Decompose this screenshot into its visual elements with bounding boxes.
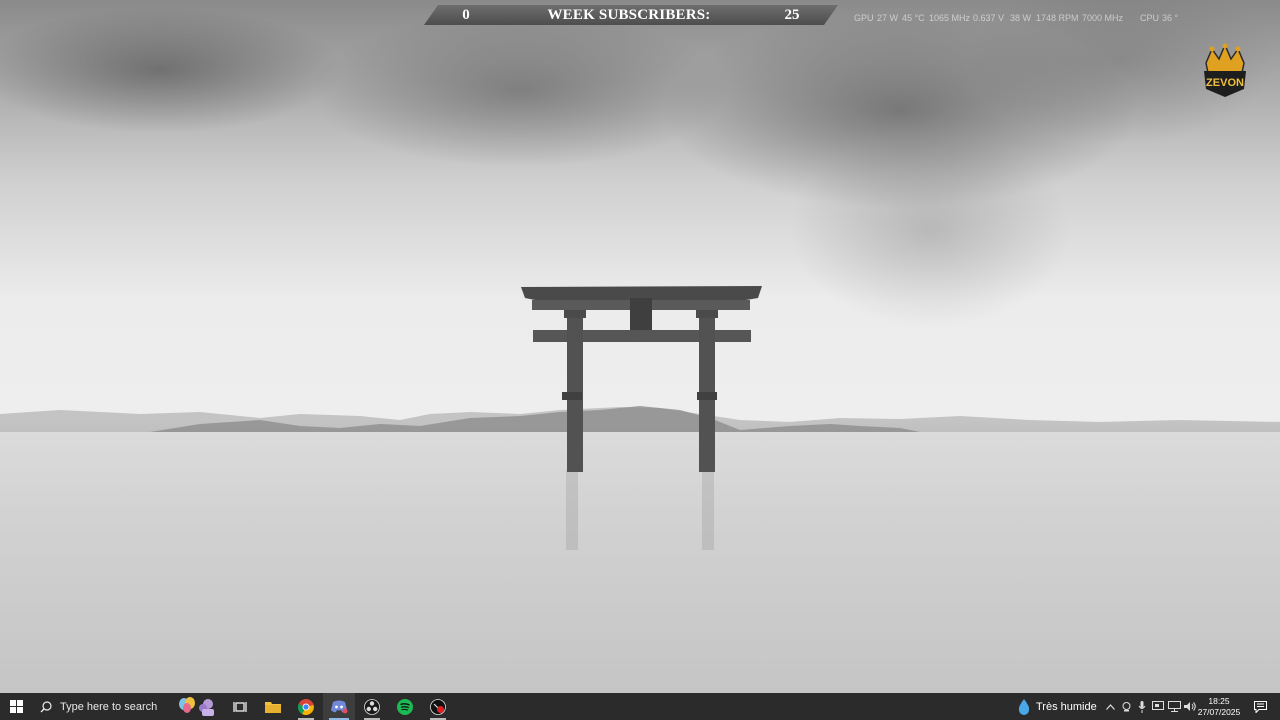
chrome-icon	[298, 698, 314, 715]
tray-microphone[interactable]	[1134, 693, 1150, 720]
chevron-up-icon	[1105, 703, 1115, 710]
taskbar-obs[interactable]	[356, 693, 388, 720]
cpu-value: 36 °	[1162, 13, 1179, 23]
search-icon	[40, 700, 52, 712]
gpu-voltage: 0.637 V	[973, 13, 1005, 23]
clock-date: 27/07/2025	[1197, 706, 1241, 717]
memory-clock: 7000 MHz	[1082, 13, 1124, 23]
gpu-temp: 45 °C	[902, 13, 925, 23]
show-hidden-icons[interactable]	[1102, 693, 1118, 720]
task-view-icon	[233, 701, 247, 712]
speaker-icon	[1183, 702, 1196, 711]
taskbar-chrome[interactable]	[290, 693, 322, 720]
start-button[interactable]	[0, 693, 32, 720]
folder-icon	[265, 702, 281, 713]
notification-icon	[1253, 700, 1267, 713]
network-icon	[1167, 701, 1181, 712]
fan-rpm: 1748 RPM	[1036, 13, 1079, 23]
banner-title: WEEK SUBSCRIBERS:	[547, 7, 711, 23]
windows-icon	[9, 700, 23, 713]
tray-network[interactable]	[1166, 693, 1182, 720]
weather-widget[interactable]: Très humide	[1012, 693, 1098, 720]
taskbar-spotify[interactable]	[389, 693, 421, 720]
search-placeholder: Type here to search	[60, 700, 158, 713]
cpu-label: CPU	[1140, 13, 1160, 23]
gpu-label: GPU	[854, 13, 874, 23]
taskbar-search[interactable]: Type here to search	[32, 693, 174, 720]
task-view-button[interactable]	[224, 693, 256, 720]
tray-display[interactable]	[1150, 693, 1166, 720]
week-subscribers-banner: 0 WEEK SUBSCRIBERS: 25	[424, 5, 838, 25]
torii-gate-scene	[0, 286, 1280, 693]
logo-text: ZEVON	[1206, 77, 1244, 89]
subscriber-start-count: 0	[462, 7, 470, 23]
taskbar-clock[interactable]: 18:25 27/07/2025	[1196, 693, 1242, 720]
zevon-logo: ZEVON	[1200, 43, 1250, 99]
taskbar-file-explorer[interactable]	[257, 693, 289, 720]
obs-icon	[364, 698, 380, 715]
notification-center-button[interactable]	[1250, 693, 1270, 720]
gpu-power: 27 W	[877, 13, 899, 23]
taskbar-discord[interactable]	[323, 693, 355, 720]
tray-camera[interactable]	[1118, 693, 1134, 720]
microphone-icon	[1138, 700, 1146, 713]
weather-text: Très humide	[1036, 700, 1097, 713]
clock-time: 18:25	[1208, 695, 1230, 706]
search-highlight-widget[interactable]	[174, 693, 222, 720]
balloons-icon	[179, 696, 214, 716]
recorder-icon	[430, 698, 446, 715]
humidity-drop-icon	[1018, 698, 1030, 715]
taskbar-recorder[interactable]	[422, 693, 454, 720]
display-icon	[1152, 701, 1164, 710]
camera-privacy-icon	[1122, 702, 1130, 712]
gpu-power-2: 38 W	[1010, 13, 1032, 23]
gpu-clock: 1065 MHz	[929, 13, 971, 23]
spotify-icon	[397, 698, 413, 715]
taskbar: Type here to search Très humide 18:25 27…	[0, 693, 1280, 720]
subscriber-goal-count: 25	[784, 7, 800, 23]
discord-icon	[331, 700, 348, 713]
